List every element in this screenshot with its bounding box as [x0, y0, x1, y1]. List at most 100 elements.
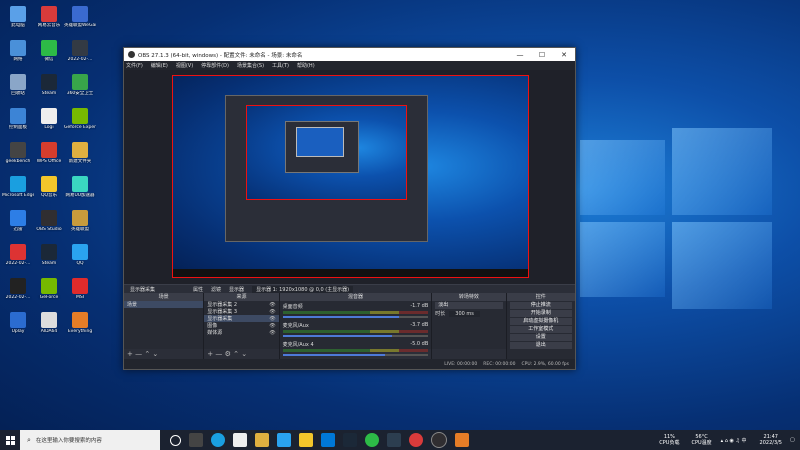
- netease-music-icon[interactable]: [409, 433, 423, 447]
- source-item[interactable]: 显示器采集 3 👁: [204, 308, 278, 316]
- desktop-icon[interactable]: Logi: [33, 108, 65, 130]
- desktop-icon[interactable]: 360安全卫士: [64, 74, 96, 96]
- settings-button[interactable]: 设置: [509, 334, 572, 341]
- desktop-icon[interactable]: OBS Studio: [33, 210, 65, 232]
- obs-icon[interactable]: [431, 432, 447, 448]
- start-recording-button[interactable]: 开始录制: [509, 310, 572, 317]
- desktop-icon[interactable]: QQ: [64, 244, 96, 266]
- desktop-icon[interactable]: Steam: [33, 74, 65, 96]
- volume-slider[interactable]: [282, 354, 429, 356]
- task-view-icon[interactable]: [189, 433, 203, 447]
- app-icon[interactable]: [299, 433, 313, 447]
- menu-edit[interactable]: 编辑(E): [151, 62, 168, 69]
- source-item[interactable]: 显示器采集 👁: [204, 315, 279, 322]
- stop-streaming-button[interactable]: 停止推流: [509, 302, 572, 309]
- edge-icon[interactable]: [211, 433, 225, 447]
- app-icon[interactable]: [455, 433, 469, 447]
- app-icon: [10, 176, 26, 192]
- start-button[interactable]: [0, 430, 20, 450]
- cortana-icon[interactable]: [170, 434, 181, 446]
- display-select[interactable]: 显示器 1: 1920x1080 @ 0,0 (主显示器): [252, 286, 354, 293]
- desktop-icon[interactable]: 微信: [33, 40, 65, 62]
- obs-window[interactable]: OBS 27.1.3 (64-bit, windows) - 配置文件: 未命名…: [123, 47, 576, 370]
- desktop-icon[interactable]: Everything: [64, 312, 96, 334]
- obs-preview-area[interactable]: [124, 70, 575, 306]
- obs-titlebar[interactable]: OBS 27.1.3 (64-bit, windows) - 配置文件: 未命名…: [124, 48, 575, 61]
- mixer-dock: 混音器 桌面音频 -1.7 dB 麦克风/Aux -3.7 dB 麦克风/Aux 4…: [279, 293, 433, 359]
- notification-icon[interactable]: ▢: [790, 437, 800, 443]
- move-down-icon[interactable]: ⌄: [241, 350, 247, 358]
- desktop-icon[interactable]: 2022-02-...: [64, 40, 96, 62]
- desktop-icon[interactable]: geekbench: [2, 142, 34, 164]
- tray-icons[interactable]: ▴ ⌂ ◉ ♫ 中: [721, 437, 747, 444]
- desktop-icon[interactable]: Steam: [33, 244, 65, 266]
- scene-item[interactable]: 场景: [124, 301, 204, 308]
- desktop-icon[interactable]: 英雄联盟: [64, 210, 96, 232]
- preview-capture[interactable]: [172, 75, 529, 278]
- remove-source-icon[interactable]: —: [215, 350, 224, 358]
- volume-slider[interactable]: [282, 316, 429, 318]
- transition-select[interactable]: 淡出: [435, 302, 503, 309]
- desktop-icon[interactable]: Uplay: [2, 312, 34, 334]
- volume-slider[interactable]: [282, 335, 429, 337]
- desktop-icon[interactable]: WPS Office: [33, 142, 65, 164]
- desktop-icon[interactable]: 网易UU加速器: [64, 176, 96, 198]
- desktop-icon[interactable]: 2022-02-...: [2, 244, 34, 266]
- taskbar-search[interactable]: ⌕ 在这里输入你要搜索的内容: [20, 430, 160, 450]
- duration-input[interactable]: 300 ms: [449, 310, 480, 317]
- file-icon[interactable]: [233, 433, 247, 447]
- app-icon: [41, 278, 57, 294]
- remove-scene-icon[interactable]: —: [135, 350, 144, 358]
- desktop-icon[interactable]: 2022-02-...: [2, 278, 34, 300]
- sources-dock-footer: + — ⚙ ⌃ ⌄: [204, 349, 279, 359]
- menu-scene-collection[interactable]: 场景集合(S): [237, 62, 264, 69]
- desktop-icon-label: OBS Studio: [36, 227, 62, 232]
- wechat-icon[interactable]: [365, 433, 379, 447]
- desktop-icon[interactable]: AIDA64: [33, 312, 65, 334]
- file-explorer-icon[interactable]: [255, 433, 269, 447]
- close-button[interactable]: ✕: [553, 51, 575, 59]
- desktop-icon[interactable]: 新建文件夹: [64, 142, 96, 164]
- move-down-icon[interactable]: ⌄: [152, 350, 158, 358]
- app-icon[interactable]: [277, 433, 291, 447]
- menu-file[interactable]: 文件(F): [126, 62, 143, 69]
- desktop-icon[interactable]: MSI: [64, 278, 96, 300]
- desktop-icon[interactable]: 网络: [2, 40, 34, 62]
- steam-icon[interactable]: [343, 433, 357, 447]
- desktop-icon-label: 网易云音乐: [37, 23, 61, 28]
- desktop-icon[interactable]: Microsoft Edge: [2, 176, 34, 198]
- menu-docks[interactable]: 停靠部件(D): [201, 62, 229, 69]
- store-icon[interactable]: [321, 433, 335, 447]
- minimize-button[interactable]: —: [509, 51, 531, 59]
- source-item[interactable]: 显示器采集 2 👁: [204, 301, 278, 309]
- studio-mode-button[interactable]: 工作室模式: [509, 326, 572, 333]
- desktop-icon[interactable]: 控制面板: [2, 108, 34, 130]
- desktop-icon[interactable]: GeForce: [33, 278, 65, 300]
- desktop-icon[interactable]: Geforce Experience: [64, 108, 96, 130]
- clock[interactable]: 21:47 2022/3/5: [760, 434, 782, 446]
- app-icon: [10, 278, 26, 294]
- desktop-icon[interactable]: QQ音乐: [33, 176, 65, 198]
- controls-dock: 控件 停止推流 开始录制 启动虚拟摄像机 工作室模式 设置 退出: [506, 293, 575, 359]
- source-item[interactable]: 图像 👁: [204, 322, 278, 330]
- add-scene-icon[interactable]: +: [127, 350, 135, 358]
- desktop-icon[interactable]: 网易云音乐: [33, 6, 65, 28]
- desktop-icon-label: geekbench: [5, 159, 31, 164]
- properties-button[interactable]: 属性: [193, 286, 203, 293]
- gear-icon[interactable]: ⚙: [225, 350, 234, 358]
- filters-button[interactable]: 滤镜: [211, 286, 221, 293]
- app-icon[interactable]: [387, 433, 401, 447]
- start-virtual-camera-button[interactable]: 启动虚拟摄像机: [509, 318, 572, 325]
- maximize-button[interactable]: ☐: [531, 51, 553, 59]
- desktop-icon[interactable]: 英雄联盟WeGame版: [64, 6, 96, 28]
- menu-view[interactable]: 视图(V): [176, 62, 193, 69]
- exit-button[interactable]: 退出: [509, 342, 572, 349]
- desktop-icon[interactable]: 回收站: [2, 74, 34, 96]
- desktop-icon[interactable]: 此电脑: [2, 6, 34, 28]
- app-icon: [41, 312, 57, 328]
- menu-help[interactable]: 帮助(H): [297, 62, 315, 69]
- source-item[interactable]: 媒体源 👁: [204, 329, 278, 337]
- menu-tools[interactable]: 工具(T): [272, 62, 289, 69]
- desktop-icon[interactable]: 迅雷: [2, 210, 34, 232]
- display-label: 显示器: [229, 287, 245, 293]
